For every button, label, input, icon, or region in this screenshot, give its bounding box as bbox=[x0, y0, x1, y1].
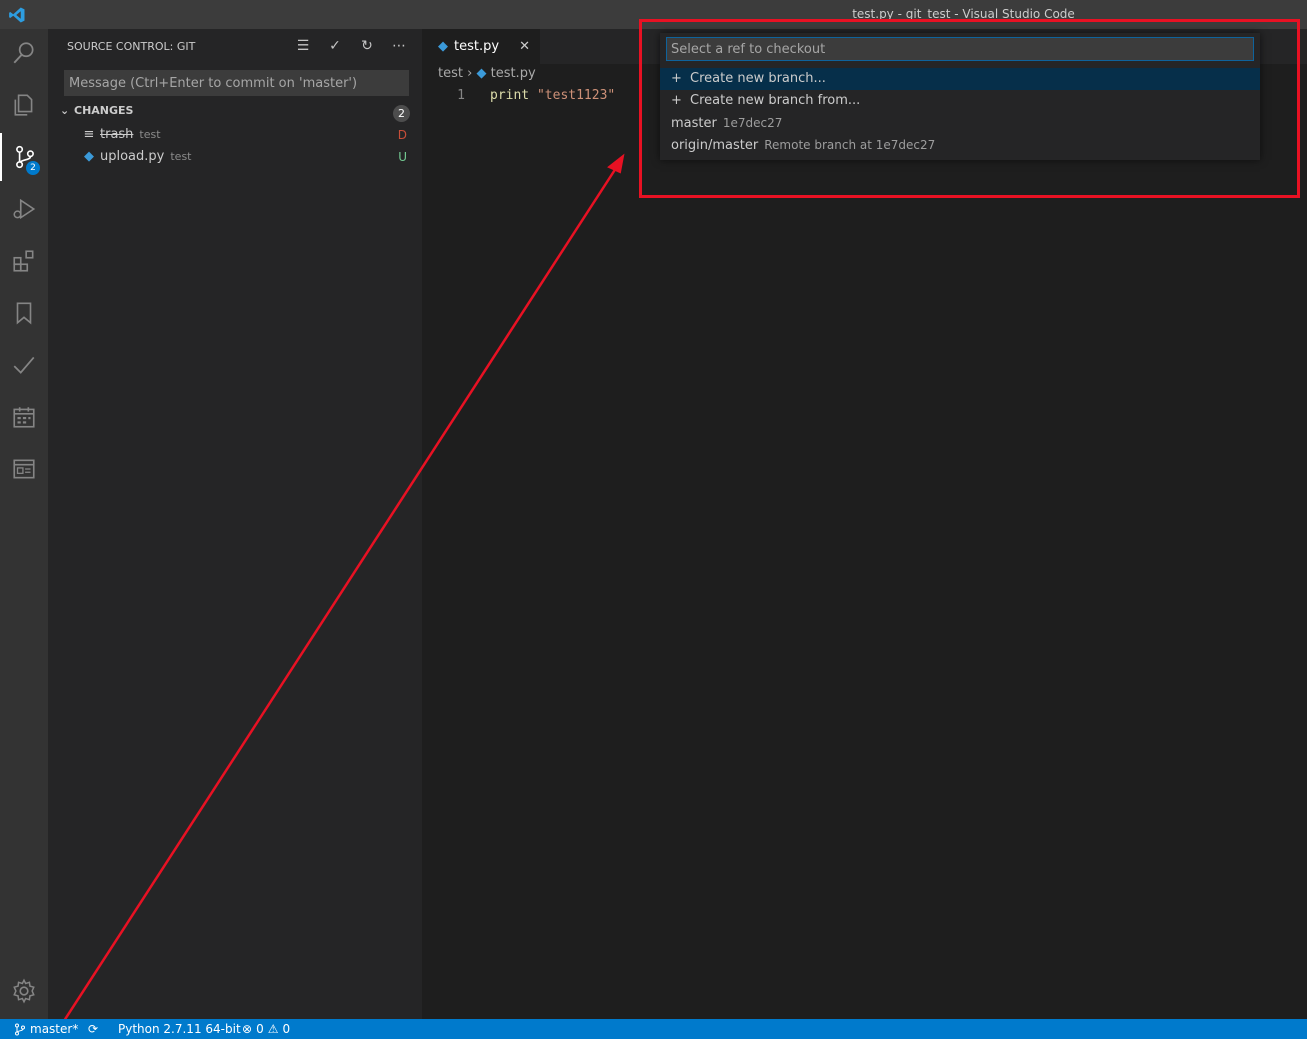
code-keyword: print bbox=[490, 88, 530, 103]
file-name: trash bbox=[100, 127, 134, 142]
code-string: "test1123" bbox=[536, 88, 616, 103]
source-control-panel: SOURCE CONTROL: GIT ☰ ✓ ↻ ⋯ ⌄ CHANGES 2 ≡… bbox=[48, 29, 422, 1019]
activity-preview[interactable] bbox=[0, 445, 48, 493]
line-number: 1 bbox=[457, 88, 465, 103]
changed-file-trash[interactable]: ≡ trash test D bbox=[82, 124, 407, 146]
file-name: upload.py bbox=[100, 149, 165, 164]
chevron-down-icon: ⌄ bbox=[60, 104, 70, 117]
panel-actions: ☰ ✓ ↻ ⋯ bbox=[294, 37, 408, 55]
tab-label: test.py bbox=[454, 39, 500, 54]
refresh-icon[interactable]: ↻ bbox=[358, 37, 376, 55]
branch-name: master* bbox=[30, 1022, 79, 1036]
activity-explorer[interactable] bbox=[0, 81, 48, 129]
code-editor[interactable]: 1 print "test1123" bbox=[422, 86, 1307, 1019]
close-icon[interactable]: ✕ bbox=[519, 29, 530, 64]
checkmark-icon bbox=[13, 356, 35, 374]
activity-source-control[interactable]: 2 bbox=[0, 133, 48, 181]
activity-search[interactable] bbox=[0, 29, 48, 77]
browser-preview-icon bbox=[13, 459, 35, 479]
changes-count-badge: 2 bbox=[393, 105, 410, 122]
changed-file-upload[interactable]: ◆ upload.py test U bbox=[82, 146, 407, 168]
commit-checkmark-icon[interactable]: ✓ bbox=[326, 37, 344, 55]
warning-icon: ⚠ bbox=[267, 1022, 279, 1036]
changes-label: CHANGES bbox=[74, 104, 134, 117]
scm-badge: 2 bbox=[26, 161, 40, 175]
text-file-icon: ≡ bbox=[83, 127, 95, 142]
bookmark-icon bbox=[16, 302, 32, 325]
error-icon: ⊗ bbox=[242, 1022, 253, 1036]
breadcrumb-folder[interactable]: test bbox=[438, 66, 463, 81]
problems-status[interactable]: ⊗ 0 ⚠ 0 bbox=[242, 1022, 290, 1036]
annotation-highlight-box bbox=[639, 19, 1300, 198]
git-branch-icon bbox=[15, 1023, 25, 1035]
activity-extensions[interactable] bbox=[0, 237, 48, 285]
error-count: 0 bbox=[256, 1022, 264, 1036]
calendar-icon bbox=[13, 407, 35, 428]
breadcrumb: test › ◆ test.py bbox=[438, 66, 536, 81]
sync-icon: ⟳ bbox=[88, 1022, 99, 1036]
sync-status[interactable]: ⟳ bbox=[88, 1022, 98, 1036]
file-status-untracked: U bbox=[398, 150, 407, 164]
gear-icon bbox=[13, 978, 35, 1004]
python-version: Python 2.7.11 64-bit bbox=[118, 1022, 241, 1036]
python-file-icon: ◆ bbox=[84, 149, 94, 164]
tab-test-py[interactable]: ◆ test.py ✕ bbox=[422, 29, 540, 64]
activity-bar: 2 bbox=[0, 29, 48, 1019]
activity-calendar[interactable] bbox=[0, 393, 48, 441]
file-directory: test bbox=[139, 128, 161, 141]
python-file-icon: ◆ bbox=[476, 66, 487, 81]
python-file-icon: ◆ bbox=[438, 39, 448, 54]
activity-todo[interactable] bbox=[0, 341, 48, 389]
code-text: print "test1123" bbox=[490, 88, 615, 103]
status-bar: master* ⟳ Python 2.7.11 64-bit ⊗ 0 ⚠ 0 bbox=[0, 1019, 1307, 1039]
warning-count: 0 bbox=[282, 1022, 291, 1036]
panel-title: SOURCE CONTROL: GIT bbox=[67, 40, 196, 53]
files-icon bbox=[14, 94, 33, 116]
activity-manage[interactable] bbox=[0, 967, 48, 1015]
more-actions-icon[interactable]: ⋯ bbox=[390, 37, 408, 55]
search-icon bbox=[13, 42, 34, 64]
file-directory: test bbox=[170, 150, 192, 163]
commit-message-input[interactable] bbox=[64, 70, 409, 96]
run-debug-icon bbox=[13, 198, 36, 220]
extensions-icon bbox=[13, 250, 34, 272]
breadcrumb-file[interactable]: test.py bbox=[491, 66, 536, 81]
view-as-tree-icon[interactable]: ☰ bbox=[294, 37, 312, 55]
activity-run-debug[interactable] bbox=[0, 185, 48, 233]
changes-section-header[interactable]: ⌄ CHANGES 2 bbox=[60, 104, 410, 122]
branch-status[interactable]: master* bbox=[14, 1022, 78, 1036]
file-status-deleted: D bbox=[397, 128, 407, 142]
activity-bookmarks[interactable] bbox=[0, 289, 48, 337]
python-interpreter[interactable]: Python 2.7.11 64-bit bbox=[118, 1022, 241, 1036]
